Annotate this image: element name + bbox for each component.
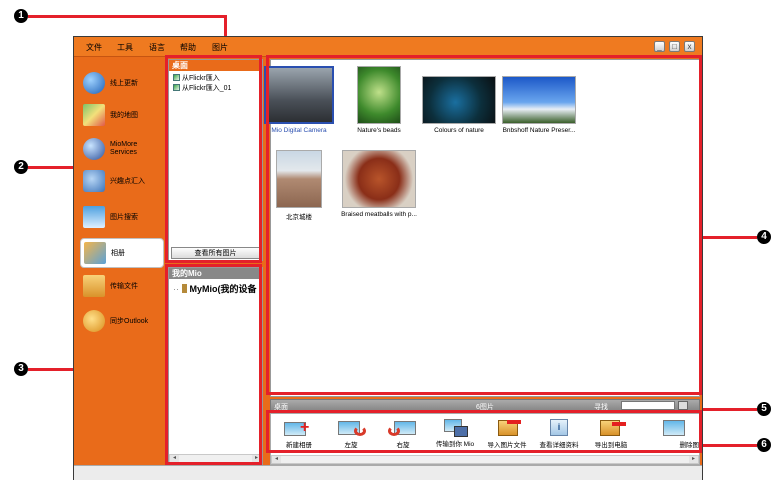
folder-icon xyxy=(83,275,105,297)
callout-1: 1 xyxy=(14,9,28,23)
menu-language[interactable]: 语言 xyxy=(149,42,165,53)
search-button-icon[interactable] xyxy=(678,401,688,410)
album-icon xyxy=(84,242,106,264)
menu-bar: 文件 工具 语言 帮助 图片 _ □ x xyxy=(74,37,702,57)
menu-help[interactable]: 帮助 xyxy=(180,42,196,53)
nav-item-album[interactable]: 相册 xyxy=(80,238,164,268)
nav-item-outlook-sync[interactable]: 同步Outlook xyxy=(80,307,164,337)
callout-2: 2 xyxy=(14,160,28,174)
globe-icon xyxy=(83,72,105,94)
callout-3: 3 xyxy=(14,362,28,376)
callout-5: 5 xyxy=(757,402,771,416)
left-nav: 线上更新 我的地图 MioMore Services 兴趣点汇入 图片搜索 相册… xyxy=(74,57,166,465)
menu-tools[interactable]: 工具 xyxy=(117,42,133,53)
nav-item-label: 线上更新 xyxy=(110,80,138,87)
callout-6: 6 xyxy=(757,438,771,452)
nav-item-label: MioMore Services xyxy=(110,141,138,156)
nav-item-label: 传输文件 xyxy=(110,283,138,290)
close-button[interactable]: x xyxy=(684,41,695,52)
highlight-desktop-panel xyxy=(165,55,262,263)
nav-item-label: 兴趣点汇入 xyxy=(110,178,145,185)
highlight-gallery xyxy=(266,55,702,395)
nav-item-label: 图片搜索 xyxy=(110,214,138,221)
nav-item-label: 同步Outlook xyxy=(110,318,149,325)
outlook-sync-icon xyxy=(83,310,105,332)
nav-item-transfer-files[interactable]: 传输文件 xyxy=(80,272,164,302)
callout-1-line xyxy=(28,15,227,18)
highlight-toolbar xyxy=(266,410,702,453)
restore-button[interactable]: □ xyxy=(669,41,680,52)
image-search-icon xyxy=(83,206,105,228)
callout-4: 4 xyxy=(757,230,771,244)
nav-item-poi-import[interactable]: 兴趣点汇入 xyxy=(80,167,164,197)
toolbar-hscrollbar[interactable]: ◂ ▸ xyxy=(271,455,699,464)
nav-item-my-map[interactable]: 我的地图 xyxy=(80,101,164,131)
poi-import-icon xyxy=(83,170,105,192)
nav-item-online-update[interactable]: 线上更新 xyxy=(80,69,164,99)
map-icon xyxy=(83,104,105,126)
callout-6-line xyxy=(702,444,757,447)
search-input[interactable] xyxy=(621,401,675,410)
window-footer xyxy=(74,465,702,480)
menu-pictures[interactable]: 图片 xyxy=(212,42,228,53)
minimize-button[interactable]: _ xyxy=(654,41,665,52)
highlight-device-panel xyxy=(165,264,262,465)
scroll-right-icon[interactable]: ▸ xyxy=(689,456,698,463)
nav-item-label: 我的地图 xyxy=(110,112,138,119)
nav-item-label: 相册 xyxy=(111,250,125,257)
scroll-left-icon[interactable]: ◂ xyxy=(272,456,281,463)
nav-item-image-search[interactable]: 图片搜索 xyxy=(80,203,164,233)
menu-file[interactable]: 文件 xyxy=(86,42,102,53)
services-globe-icon xyxy=(83,138,105,160)
nav-item-miomore[interactable]: MioMore Services xyxy=(80,135,164,165)
callout-4-line xyxy=(702,236,757,239)
